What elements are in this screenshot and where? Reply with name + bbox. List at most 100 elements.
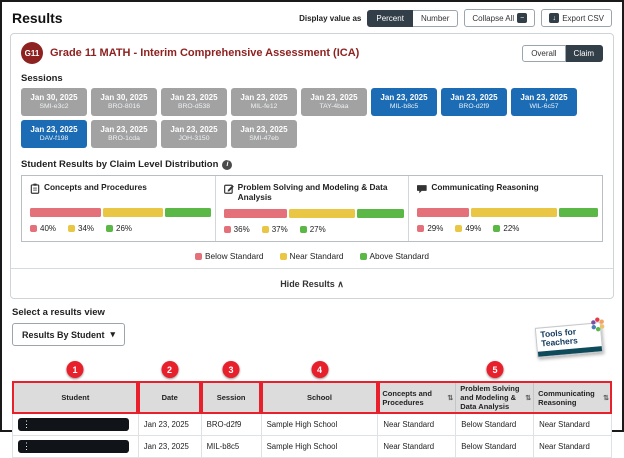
session-date: Jan 30, 2025 [100, 93, 147, 103]
bar-segment-above [165, 208, 211, 217]
communicating-cell: Near Standard [534, 414, 612, 436]
claims-heading-row: Student Results by Claim Level Distribut… [21, 159, 603, 170]
info-icon[interactable]: i [222, 160, 232, 170]
above-swatch [493, 225, 500, 232]
above-pct: 26% [106, 224, 132, 233]
session-date: Jan 23, 2025 [520, 93, 567, 103]
sort-icon: ⇅ [603, 394, 609, 402]
near-swatch [280, 253, 287, 260]
above-swatch [360, 253, 367, 260]
session-date: Jan 23, 2025 [170, 125, 217, 135]
session-tile[interactable]: Jan 23, 2025 JOH-3150 [161, 120, 227, 148]
toolbar-right: Display value as Percent Number Collapse… [299, 9, 612, 27]
session-tile[interactable]: Jan 23, 2025 BRO-d2f9 [441, 88, 507, 116]
standards-legend: Below Standard Near Standard Above Stand… [21, 251, 603, 261]
redacted-student-name: ⋮ [18, 440, 129, 453]
session-date: Jan 23, 2025 [30, 125, 77, 135]
session-cell: MIL-b8c5 [201, 436, 261, 458]
display-value-label: Display value as [299, 14, 361, 23]
kebab-menu-icon[interactable]: ⋮ [18, 442, 35, 451]
school-cell: Sample High School [261, 436, 378, 458]
page-title: Results [12, 10, 63, 26]
claim-column-concepts: Concepts and Procedures 40% 34% 26% [22, 176, 215, 241]
assessment-title: Grade 11 MATH - Interim Comprehensive As… [50, 47, 359, 59]
problem-solving-cell: Below Standard [456, 436, 534, 458]
claim-column-communicating: Communicating Reasoning 29% 49% 22% [408, 176, 602, 241]
table-row: ⋮ Jan 23, 2025 BRO-d2f9 Sample High Scho… [13, 414, 612, 436]
below-pct: 29% [417, 224, 443, 233]
claim-stacked-bar [417, 208, 594, 217]
col-header-communicating[interactable]: Communicating Reasoning ⇅ [534, 382, 612, 414]
collapse-icon: − [517, 13, 527, 23]
overall-button[interactable]: Overall [522, 45, 565, 62]
col-header-problem-solving[interactable]: Problem Solving and Modeling & Data Anal… [456, 382, 534, 414]
communicating-cell: Near Standard [534, 436, 612, 458]
col-header-label: Communicating Reasoning [538, 389, 595, 407]
results-view-dropdown-label: Results By Student [22, 330, 105, 340]
session-tiles: Jan 30, 2025 SMI-e3c2 Jan 30, 2025 BRO-8… [21, 88, 587, 148]
claim-stacked-bar [30, 208, 207, 217]
date-cell: Jan 23, 2025 [138, 414, 201, 436]
session-cell: BRO-d2f9 [201, 414, 261, 436]
overall-claim-toggle: Overall Claim [522, 45, 603, 62]
session-tile[interactable]: Jan 23, 2025 TAY-4baa [301, 88, 367, 116]
bar-segment-below [224, 209, 288, 218]
session-date: Jan 30, 2025 [30, 93, 77, 103]
export-csv-button[interactable]: ↓ Export CSV [541, 9, 612, 27]
below-pct: 40% [30, 224, 56, 233]
hide-results-link[interactable]: Hide Results ∧ [280, 279, 344, 290]
claim-name: Concepts and Procedures [44, 182, 147, 192]
clipboard-icon [30, 183, 40, 194]
col-header-concepts[interactable]: Concepts and Procedures ⇅ [378, 382, 456, 414]
callout-4: 4 [311, 361, 328, 378]
sort-icon: ⇅ [525, 394, 531, 402]
bar-segment-near [103, 208, 163, 217]
session-tile[interactable]: Jan 23, 2025 WIL-6c57 [511, 88, 577, 116]
hide-results-row: Hide Results ∧ [11, 268, 613, 298]
legend-above: Above Standard [360, 251, 430, 261]
above-pct: 27% [300, 225, 326, 234]
claim-button[interactable]: Claim [566, 45, 603, 62]
session-code: BRO-1cda [108, 135, 140, 143]
session-code: MIL-fe12 [251, 103, 278, 111]
session-code: TAY-4baa [320, 103, 349, 111]
collapse-all-label: Collapse All [472, 14, 514, 23]
session-date: Jan 23, 2025 [170, 93, 217, 103]
claim-percentages: 29% 49% 22% [417, 224, 594, 233]
session-tile[interactable]: Jan 23, 2025 BRO-1cda [91, 120, 157, 148]
near-pct: 37% [262, 225, 288, 234]
table-row: ⋮ Jan 23, 2025 MIL-b8c5 Sample High Scho… [13, 436, 612, 458]
tools-for-teachers-logo: Tools for Teachers [535, 322, 603, 358]
session-tile[interactable]: Jan 23, 2025 MIL-b8c5 [371, 88, 437, 116]
sort-icon: ⇅ [447, 394, 453, 402]
bar-segment-below [417, 208, 468, 217]
session-code: SMI-47eb [249, 135, 278, 143]
date-cell: Jan 23, 2025 [138, 436, 201, 458]
session-date: Jan 23, 2025 [380, 93, 427, 103]
number-button[interactable]: Number [413, 10, 458, 27]
session-date: Jan 23, 2025 [240, 93, 287, 103]
claim-stacked-bar [224, 209, 401, 218]
school-cell: Sample High School [261, 414, 378, 436]
session-tile[interactable]: Jan 23, 2025 SMI-47eb [231, 120, 297, 148]
claim-column-problem-solving: Problem Solving and Modeling & Data Anal… [215, 176, 409, 241]
col-header-label: Concepts and Procedures [382, 389, 432, 407]
near-pct: 49% [455, 224, 481, 233]
session-tile[interactable]: Jan 30, 2025 SMI-e3c2 [21, 88, 87, 116]
concepts-cell: Near Standard [378, 414, 456, 436]
below-pct: 36% [224, 225, 250, 234]
above-swatch [300, 226, 307, 233]
student-cell: ⋮ [13, 414, 139, 436]
display-value-toggle: Percent Number [367, 10, 458, 27]
below-swatch [224, 226, 231, 233]
kebab-menu-icon[interactable]: ⋮ [18, 420, 35, 429]
session-tile[interactable]: Jan 23, 2025 BRO-d538 [161, 88, 227, 116]
legend-below: Below Standard [195, 251, 264, 261]
session-tile[interactable]: Jan 23, 2025 MIL-fe12 [231, 88, 297, 116]
session-tile[interactable]: Jan 23, 2025 DAV-f198 [21, 120, 87, 148]
percent-button[interactable]: Percent [367, 10, 413, 27]
session-tile[interactable]: Jan 30, 2025 BRO-8016 [91, 88, 157, 116]
collapse-all-button[interactable]: Collapse All − [464, 9, 535, 27]
results-view-dropdown[interactable]: Results By Student ▾ [12, 323, 125, 346]
results-view-row: Results By Student ▾ Tools for Teachers [12, 323, 612, 357]
